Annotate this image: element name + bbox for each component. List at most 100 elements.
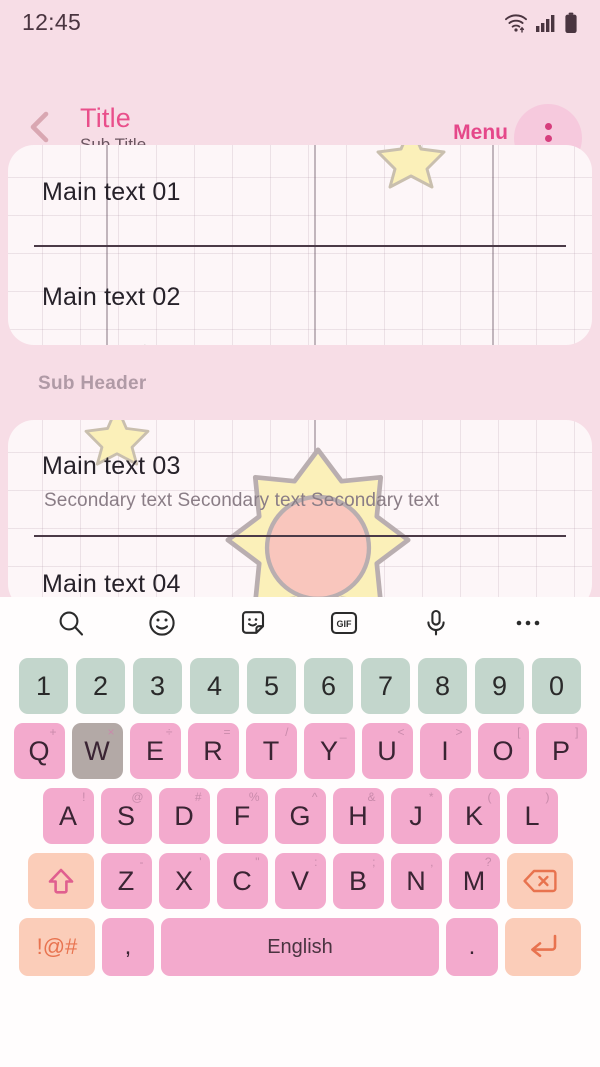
key-superscript: ÷ <box>165 725 173 739</box>
key-superscript: = <box>223 725 231 739</box>
letter-key-u[interactable]: < U <box>361 723 413 779</box>
app-bar: Title Sub Title Menu <box>0 45 600 172</box>
back-button[interactable] <box>20 107 60 147</box>
key-label: I <box>441 735 449 766</box>
space-key[interactable]: English <box>161 918 439 976</box>
letter-key-p[interactable]: ] P <box>535 723 587 779</box>
key-label: 2 <box>92 670 109 701</box>
letter-key-a[interactable]: ! A <box>42 788 94 844</box>
enter-key[interactable] <box>505 918 581 976</box>
letter-key-j[interactable]: * J <box>390 788 442 844</box>
backspace-key[interactable] <box>506 853 573 909</box>
key-label: K <box>464 800 483 831</box>
key-superscript: # <box>194 790 202 804</box>
keyboard-row-bottom: !@# , English . <box>0 918 600 976</box>
key-label: V <box>290 865 309 896</box>
keyboard-toolbar: GIF <box>0 597 600 654</box>
list-item-main-text[interactable]: Main text 03 <box>42 452 181 481</box>
symbols-key[interactable]: !@# <box>19 918 95 976</box>
letter-key-c[interactable]: " C <box>216 853 268 909</box>
period-key[interactable]: . <box>446 918 498 976</box>
key-label: N <box>406 865 426 896</box>
letter-key-l[interactable]: ) L <box>506 788 558 844</box>
key-label: A <box>58 800 77 831</box>
number-key-2[interactable]: 2 <box>76 658 125 714</box>
menu-label[interactable]: Menu <box>453 121 508 145</box>
key-label: 3 <box>149 670 166 701</box>
letter-key-x[interactable]: ' X <box>158 853 210 909</box>
key-superscript: : <box>314 855 318 869</box>
letter-key-f[interactable]: % F <box>216 788 268 844</box>
letter-key-q[interactable]: + Q <box>13 723 65 779</box>
wifi-icon <box>505 14 527 33</box>
key-superscript: - <box>139 855 144 869</box>
keyboard-row-zxcv: - Z ' X " C: V; B, N? M <box>0 853 600 909</box>
number-key-9[interactable]: 9 <box>475 658 524 714</box>
key-superscript: + <box>49 725 57 739</box>
list-card-secondary: Main text 03 Secondary text Secondary te… <box>8 420 592 610</box>
key-label: O <box>492 735 514 766</box>
letter-key-z[interactable]: -Z <box>100 853 152 909</box>
number-key-4[interactable]: 4 <box>190 658 239 714</box>
letter-key-m[interactable]: ? M <box>448 853 500 909</box>
keyboard-row-qwerty: + Q × W ÷ E = R / T _ Y < U > I[O] P <box>0 723 600 779</box>
grid-accent-line <box>314 420 316 610</box>
list-item-main-text[interactable]: Main text 04 <box>42 570 181 599</box>
number-key-5[interactable]: 5 <box>247 658 296 714</box>
letter-key-w[interactable]: × W <box>71 723 123 779</box>
enter-return-icon <box>531 934 557 958</box>
number-key-0[interactable]: 0 <box>532 658 581 714</box>
letter-key-k[interactable]: (K <box>448 788 500 844</box>
list-item-main-text[interactable]: Main text 01 <box>42 178 181 207</box>
key-superscript: ( <box>487 790 492 804</box>
key-label: 4 <box>206 670 223 701</box>
letter-key-h[interactable]: & H <box>332 788 384 844</box>
letter-key-g[interactable]: ^ G <box>274 788 326 844</box>
key-superscript: / <box>285 725 289 739</box>
search-icon[interactable] <box>56 608 86 643</box>
key-superscript: * <box>428 790 434 804</box>
number-key-8[interactable]: 8 <box>418 658 467 714</box>
list-divider <box>34 535 566 537</box>
key-label: G <box>289 800 311 831</box>
key-label: R <box>203 735 223 766</box>
shift-key[interactable] <box>27 853 94 909</box>
key-superscript: × <box>107 725 115 739</box>
status-bar: 12:45 <box>0 0 600 45</box>
key-label: F <box>233 800 251 831</box>
letter-key-b[interactable]: ; B <box>332 853 384 909</box>
gif-icon[interactable]: GIF <box>328 608 360 643</box>
letter-key-e[interactable]: ÷ E <box>129 723 181 779</box>
more-horizontal-icon[interactable] <box>512 608 544 643</box>
letter-key-o[interactable]: [O <box>477 723 529 779</box>
key-label: 9 <box>491 670 508 701</box>
emoji-icon[interactable] <box>147 608 177 643</box>
key-superscript: ^ <box>311 790 318 804</box>
key-label: T <box>262 735 280 766</box>
number-key-7[interactable]: 7 <box>361 658 410 714</box>
letter-key-i[interactable]: > I <box>419 723 471 779</box>
microphone-icon[interactable] <box>421 608 451 643</box>
number-key-6[interactable]: 6 <box>304 658 353 714</box>
letter-key-s[interactable]: @ S <box>100 788 152 844</box>
letter-key-n[interactable]: ,N <box>390 853 442 909</box>
letter-key-r[interactable]: = R <box>187 723 239 779</box>
key-superscript: " <box>255 855 260 869</box>
sticker-icon[interactable] <box>238 608 268 643</box>
number-key-3[interactable]: 3 <box>133 658 182 714</box>
letter-key-t[interactable]: / T <box>245 723 297 779</box>
key-label: 0 <box>548 670 565 701</box>
letter-key-d[interactable]: # D <box>158 788 210 844</box>
page-title: Title <box>80 103 132 133</box>
key-label: Q <box>28 735 50 766</box>
phone-screen: 12: 45 Title Menu Main text 01 Main text … <box>0 0 600 1067</box>
letter-key-y[interactable]: _ Y <box>303 723 355 779</box>
status-clock: 12:45 <box>22 9 82 35</box>
list-item-main-text[interactable]: Main text 02 <box>42 283 181 312</box>
key-label: X <box>174 865 193 896</box>
key-superscript: @ <box>131 790 144 804</box>
keyboard-row-numbers: 1 2 3 4 5 6 7 8 9 0 <box>0 658 600 714</box>
number-key-1[interactable]: 1 <box>19 658 68 714</box>
letter-key-v[interactable]: :V <box>274 853 326 909</box>
comma-key[interactable]: , <box>102 918 154 976</box>
